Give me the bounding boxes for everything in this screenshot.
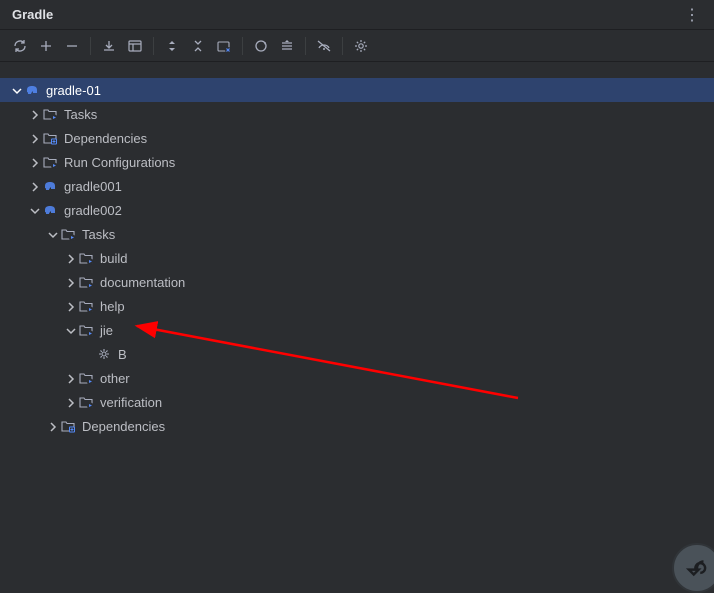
tree-node[interactable]: jie <box>0 318 714 342</box>
tree-node-label: gradle002 <box>64 203 122 218</box>
toolbar-separator <box>242 37 243 55</box>
tree-node[interactable]: Dependencies <box>0 414 714 438</box>
chevron-right-icon[interactable] <box>26 154 42 170</box>
chevron-right-icon[interactable] <box>62 394 78 410</box>
refresh-button[interactable] <box>8 34 32 58</box>
tree-node-label: gradle001 <box>64 179 122 194</box>
chevron-right-icon[interactable] <box>26 178 42 194</box>
chevron-right-icon[interactable] <box>26 106 42 122</box>
tree-node[interactable]: gradle-01 <box>0 78 714 102</box>
tree-node[interactable]: gradle001 <box>0 174 714 198</box>
panel-title: Gradle <box>12 7 53 22</box>
chevron-right-icon[interactable] <box>44 418 60 434</box>
tree-node-label: gradle-01 <box>46 83 101 98</box>
download-button[interactable] <box>97 34 121 58</box>
collapse-all-button[interactable] <box>186 34 210 58</box>
tree-node[interactable]: build <box>0 246 714 270</box>
chevron-down-icon[interactable] <box>44 226 60 242</box>
tree-node[interactable]: other <box>0 366 714 390</box>
more-options-icon[interactable]: ⋮ <box>678 3 704 27</box>
corner-badge-icon <box>672 543 714 593</box>
tree-node[interactable]: Tasks <box>0 102 714 126</box>
tree-node[interactable]: help <box>0 294 714 318</box>
elephant-icon <box>24 82 40 98</box>
cycle-button[interactable] <box>249 34 273 58</box>
tree-node[interactable]: Run Configurations <box>0 150 714 174</box>
chevron-right-icon[interactable] <box>62 274 78 290</box>
elephant-icon <box>42 202 58 218</box>
toolbar <box>0 30 714 62</box>
chevron-right-icon[interactable] <box>62 370 78 386</box>
tree-node-label: Dependencies <box>82 419 165 434</box>
tree-node[interactable]: B <box>0 342 714 366</box>
project-tree[interactable]: gradle-01 Tasks Dependencies Run Configurat… <box>0 62 714 438</box>
folder-run-icon <box>78 370 94 386</box>
project-structure-button[interactable] <box>212 34 236 58</box>
settings-button[interactable] <box>349 34 373 58</box>
tree-node-label: Dependencies <box>64 131 147 146</box>
folder-deps-icon <box>42 130 58 146</box>
panel-header: Gradle ⋮ <box>0 0 714 30</box>
tree-node-label: B <box>118 347 127 362</box>
chevron-down-icon[interactable] <box>62 322 78 338</box>
chevron-down-icon[interactable] <box>26 202 42 218</box>
tree-node-label: documentation <box>100 275 185 290</box>
stack-button[interactable] <box>275 34 299 58</box>
chevron-right-icon[interactable] <box>26 130 42 146</box>
toolbar-separator <box>305 37 306 55</box>
folder-run-icon <box>78 394 94 410</box>
tree-node[interactable]: documentation <box>0 270 714 294</box>
tree-node[interactable]: verification <box>0 390 714 414</box>
toolbar-separator <box>153 37 154 55</box>
chevron-right-icon[interactable] <box>62 250 78 266</box>
tree-node-label: jie <box>100 323 113 338</box>
tree-node-label: build <box>100 251 127 266</box>
tree-node-label: help <box>100 299 125 314</box>
tree-node-label: Run Configurations <box>64 155 175 170</box>
folder-run-icon <box>78 322 94 338</box>
tree-arrow-spacer <box>80 346 96 362</box>
remove-button[interactable] <box>60 34 84 58</box>
add-button[interactable] <box>34 34 58 58</box>
layout-button[interactable] <box>123 34 147 58</box>
tree-node-label: Tasks <box>64 107 97 122</box>
tree-node[interactable]: Tasks <box>0 222 714 246</box>
folder-run-icon <box>78 250 94 266</box>
gear-icon <box>96 346 112 362</box>
chevron-down-icon[interactable] <box>8 82 24 98</box>
folder-deps-icon <box>60 418 76 434</box>
offline-toggle-button[interactable] <box>312 34 336 58</box>
elephant-icon <box>42 178 58 194</box>
toolbar-separator <box>90 37 91 55</box>
expand-all-button[interactable] <box>160 34 184 58</box>
chevron-right-icon[interactable] <box>62 298 78 314</box>
toolbar-separator <box>342 37 343 55</box>
tree-node[interactable]: Dependencies <box>0 126 714 150</box>
tree-node-label: other <box>100 371 130 386</box>
tree-node-label: verification <box>100 395 162 410</box>
folder-run-icon <box>42 106 58 122</box>
folder-run-icon <box>78 298 94 314</box>
tree-node[interactable]: gradle002 <box>0 198 714 222</box>
folder-run-icon <box>78 274 94 290</box>
folder-run-icon <box>60 226 76 242</box>
folder-run-icon <box>42 154 58 170</box>
tree-node-label: Tasks <box>82 227 115 242</box>
